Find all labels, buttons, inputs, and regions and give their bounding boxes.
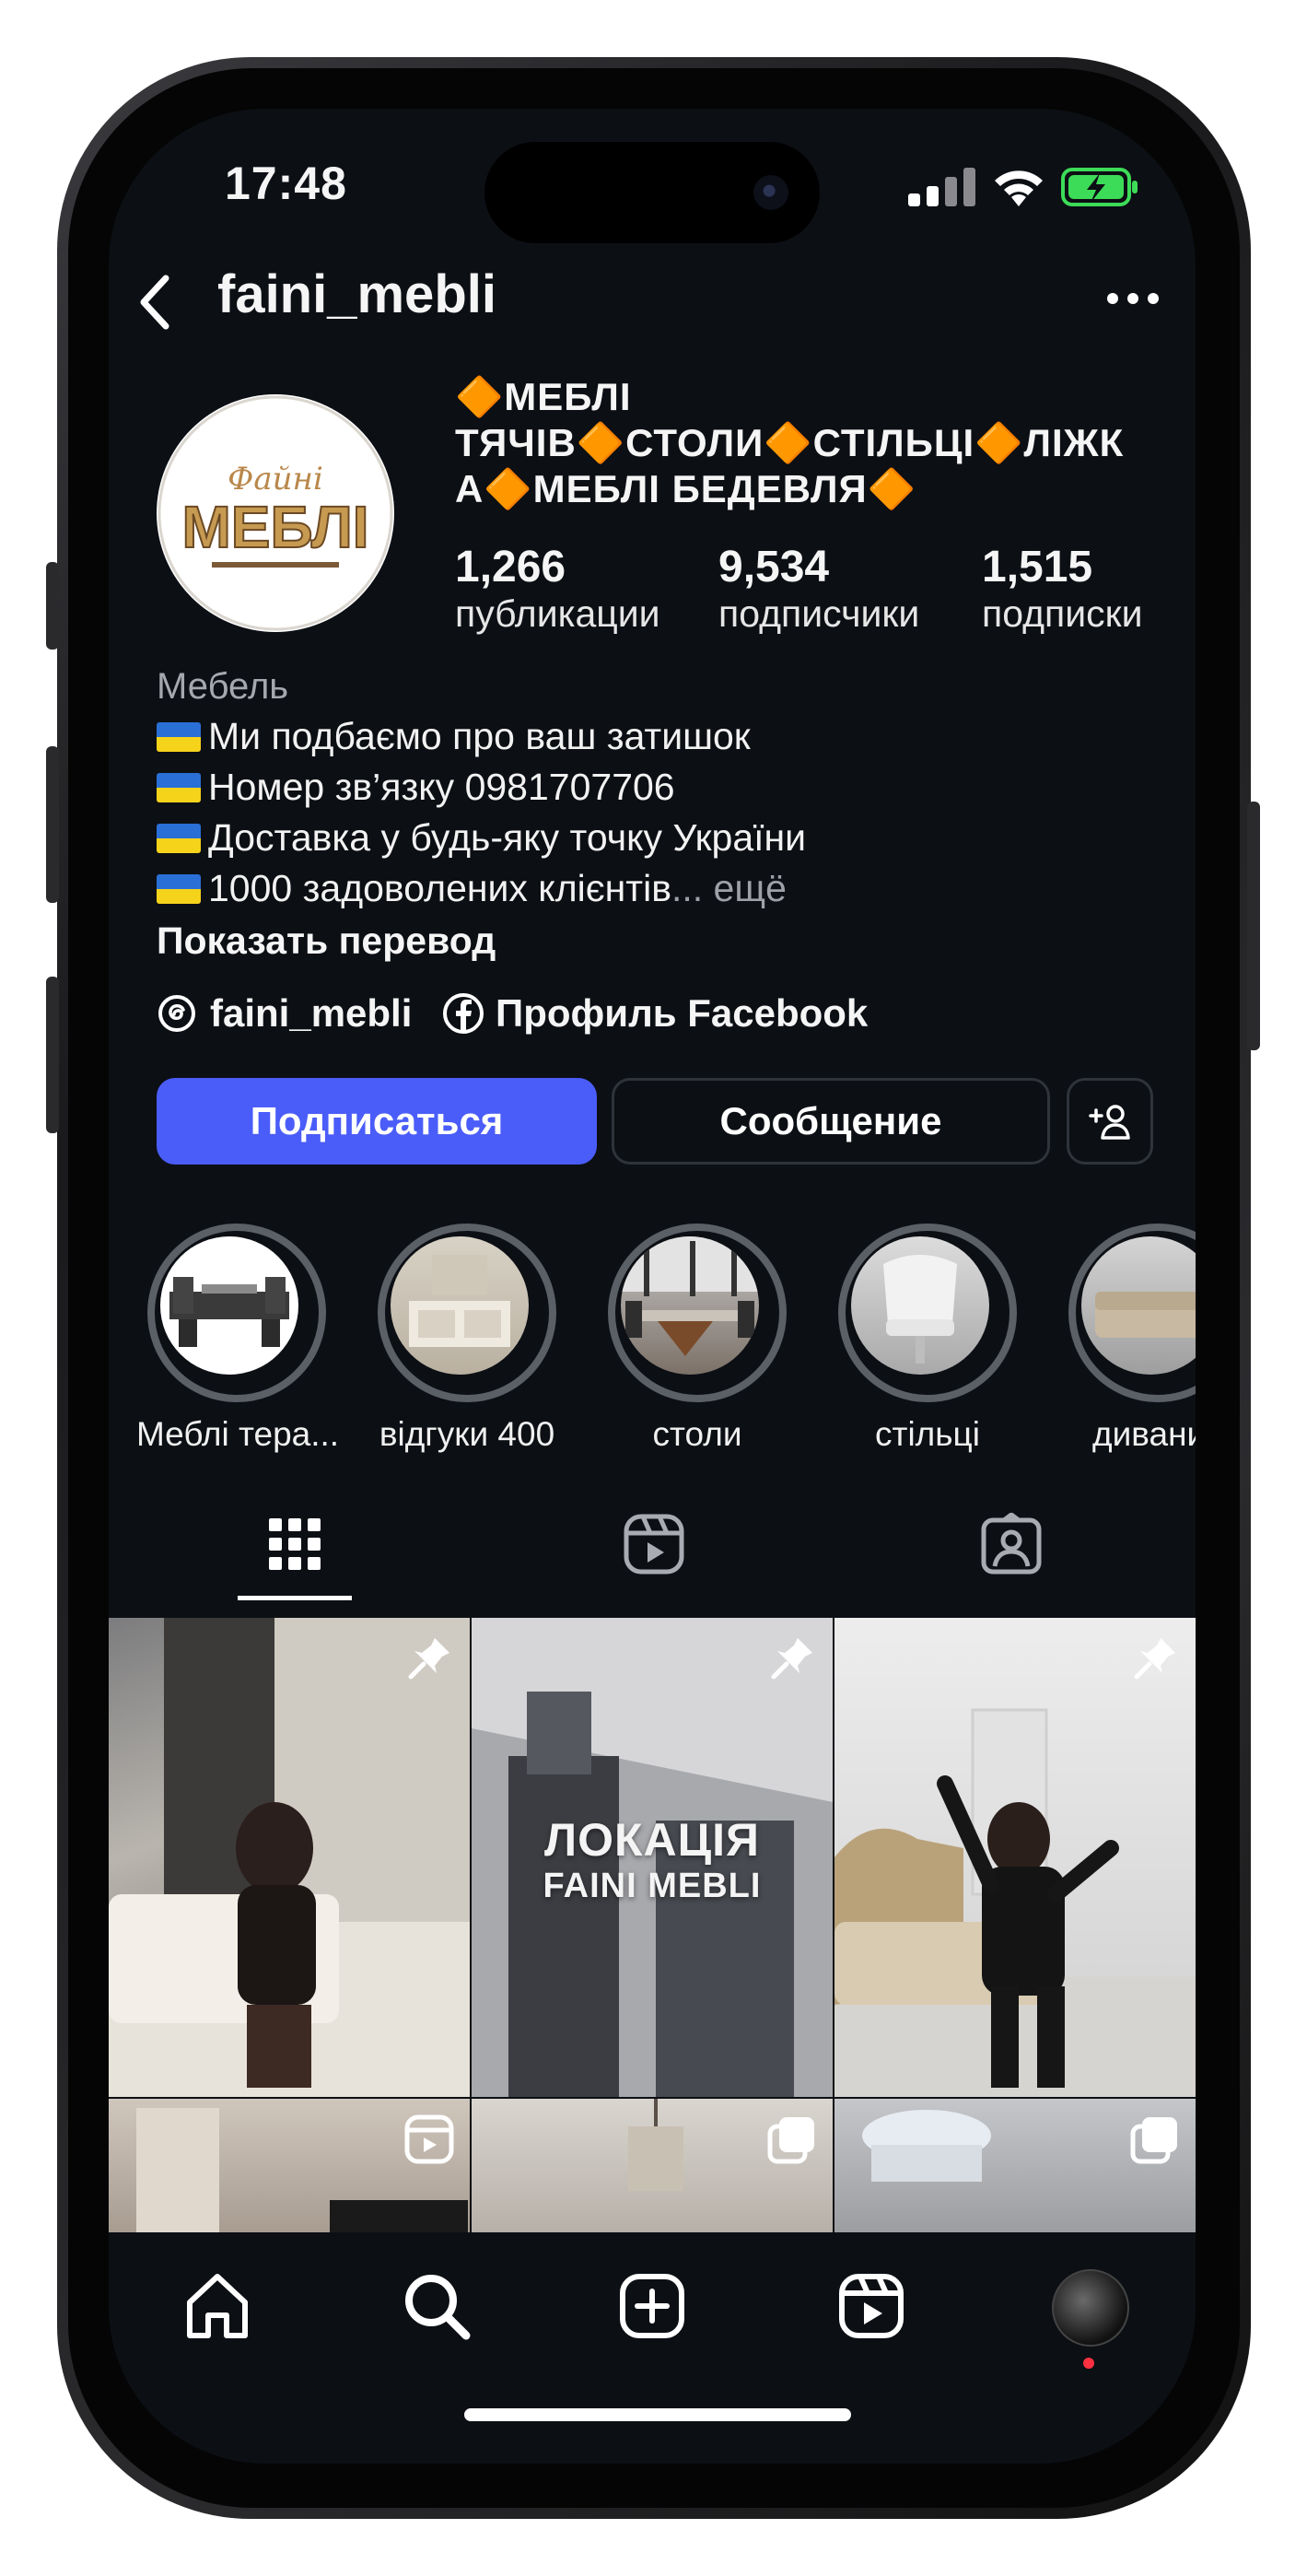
bio-line: Номер зв’язку 0981707706 <box>157 766 675 809</box>
highlight-sofas[interactable] <box>1068 1224 1196 1402</box>
action-button <box>46 562 59 650</box>
profile-avatar[interactable]: Файні МЕБЛІ <box>157 394 394 632</box>
bio-line: Ми подбаємо про ваш затишок <box>157 715 751 758</box>
power-button <box>1247 802 1260 1050</box>
profile-display-name: 🔶МЕБЛІ ТЯЧІВ🔶СТОЛИ🔶СТІЛЬЦІ🔶ЛІЖК А🔶МЕБЛІ … <box>455 374 1155 512</box>
highlight-thumbnail <box>851 1236 989 1375</box>
post-overlay-subtitle: FAINI MEBLI <box>543 1867 762 1905</box>
post-overlay-title: ЛОКАЦІЯ <box>544 1814 760 1866</box>
stat-posts-label: публикации <box>455 592 660 635</box>
highlight-label: столи <box>652 1415 742 1453</box>
post-tile[interactable] <box>109 2099 470 2237</box>
display-name-line: 🔶МЕБЛІ <box>455 375 632 418</box>
threads-icon <box>158 995 195 1032</box>
message-button[interactable]: Сообщение <box>612 1078 1050 1165</box>
volume-up-button <box>46 746 59 903</box>
stat-posts-value: 1,266 <box>455 543 566 591</box>
avatar-logo-text: МЕБЛІ <box>181 494 368 560</box>
show-translation-link[interactable]: Показать перевод <box>157 919 496 963</box>
highlight-label: Меблі тера... <box>135 1415 340 1453</box>
stat-following-value: 1,515 <box>982 543 1093 591</box>
facebook-profile-link[interactable]: Профиль Facebook <box>442 991 868 1036</box>
highlight-thumbnail <box>160 1236 298 1375</box>
highlight-label: відгуки 400 <box>379 1415 555 1453</box>
highlight-tables[interactable] <box>608 1224 787 1402</box>
battery-charging-icon <box>1061 168 1138 206</box>
volume-down-button <box>46 977 59 1133</box>
search-icon[interactable] <box>400 2269 473 2343</box>
grid-icon <box>269 1518 321 1570</box>
add-person-icon <box>1089 1105 1130 1140</box>
ukraine-flag-icon <box>157 874 201 904</box>
profile-username-title: faini_mebli <box>217 264 496 324</box>
cellular-signal-icon <box>908 168 975 206</box>
post-tile[interactable] <box>109 1618 470 2097</box>
bio-line: 1000 задоволених клієнтів... ещё <box>157 867 787 910</box>
threads-link[interactable]: faini_mebli <box>157 991 412 1036</box>
active-tab-indicator <box>238 1596 352 1600</box>
pinned-icon <box>1134 1638 1175 1680</box>
reels-icon <box>624 1514 684 1575</box>
bio-line: Доставка у будь-яку точку України <box>157 816 806 860</box>
stat-followers-label: подписчики <box>718 592 920 635</box>
highlight-thumbnail <box>391 1236 529 1375</box>
wifi-icon <box>995 170 1043 206</box>
tab-reels[interactable] <box>597 1507 711 1581</box>
tab-tagged[interactable] <box>954 1507 1068 1581</box>
create-post-icon[interactable] <box>615 2269 689 2343</box>
display-name-line: А🔶МЕБЛІ БЕДЕВЛЯ🔶 <box>455 467 916 510</box>
threads-link-label: faini_mebli <box>210 991 413 1035</box>
carousel-icon <box>767 2117 814 2164</box>
post-tile[interactable] <box>472 2099 833 2237</box>
profile-tab-avatar[interactable] <box>1052 2269 1129 2347</box>
stat-posts[interactable]: 1,266 публикации <box>455 542 660 636</box>
tab-posts-grid[interactable] <box>238 1507 352 1581</box>
highlight-terrace-furniture[interactable] <box>147 1224 326 1402</box>
ukraine-flag-icon <box>157 722 201 752</box>
bottom-tab-bar <box>109 2232 1196 2464</box>
profile-category: Мебель <box>157 666 289 707</box>
notification-dot <box>1083 2358 1094 2369</box>
facebook-icon <box>443 993 484 1034</box>
highlight-thumbnail <box>1081 1236 1196 1375</box>
dynamic-island <box>484 142 820 243</box>
highlight-thumbnail <box>621 1236 759 1375</box>
suggested-users-button[interactable] <box>1067 1078 1153 1165</box>
highlight-chairs[interactable] <box>838 1224 1017 1402</box>
status-time: 17:48 <box>225 158 347 209</box>
back-chevron-icon[interactable] <box>134 273 179 332</box>
highlight-label: дивани <box>1092 1415 1196 1453</box>
pinned-icon <box>408 1638 449 1680</box>
facebook-link-label: Профиль Facebook <box>496 991 869 1035</box>
ukraine-flag-icon <box>157 773 201 802</box>
pinned-icon <box>771 1638 812 1680</box>
stat-followers-value: 9,534 <box>718 543 830 591</box>
avatar-script-text: Файні <box>228 461 323 498</box>
highlight-label: стільці <box>875 1415 980 1453</box>
post-tile[interactable] <box>834 1618 1196 2097</box>
bio-more-link[interactable]: ... ещё <box>671 867 787 909</box>
more-options-icon[interactable] <box>1105 289 1161 308</box>
highlight-reviews[interactable] <box>378 1224 556 1402</box>
reel-indicator-icon <box>404 2114 454 2164</box>
app-screen: 17:48 faini_mebli Файні МЕБЛІ 🔶МЕБЛІ ТЯЧ… <box>109 109 1196 2464</box>
stat-followers[interactable]: 9,534 подписчики <box>718 542 919 636</box>
stat-following[interactable]: 1,515 подписки <box>982 542 1142 636</box>
tagged-icon <box>981 1513 1042 1575</box>
reels-nav-icon[interactable] <box>834 2269 908 2343</box>
home-indicator[interactable] <box>464 2408 851 2421</box>
post-tile[interactable]: ЛОКАЦІЯ FAINI MEBLI <box>472 1618 833 2097</box>
stat-following-label: подписки <box>982 592 1143 635</box>
ukraine-flag-icon <box>157 824 201 853</box>
display-name-line: ТЯЧІВ🔶СТОЛИ🔶СТІЛЬЦІ🔶ЛІЖК <box>455 421 1125 464</box>
follow-button[interactable]: Подписаться <box>157 1078 597 1165</box>
carousel-icon <box>1130 2117 1177 2164</box>
home-icon[interactable] <box>181 2269 254 2343</box>
post-tile[interactable] <box>834 2099 1196 2237</box>
